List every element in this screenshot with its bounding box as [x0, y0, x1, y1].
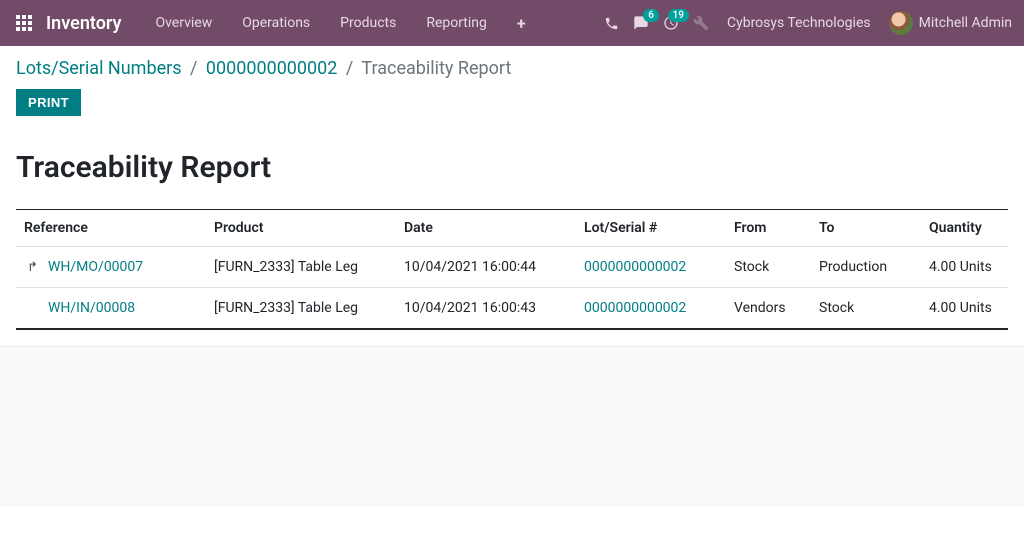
- traceability-table: Reference Product Date Lot/Serial # From…: [16, 209, 1008, 330]
- unfold-arrow-icon[interactable]: ↰: [24, 260, 38, 275]
- nav-products[interactable]: Products: [326, 9, 410, 37]
- avatar: [889, 11, 913, 35]
- col-from: From: [726, 210, 811, 247]
- col-quantity: Quantity: [921, 210, 1008, 247]
- breadcrumb-sep: /: [190, 58, 197, 79]
- print-button[interactable]: PRINT: [16, 89, 81, 116]
- reference-link[interactable]: WH/MO/00007: [48, 259, 143, 275]
- col-to: To: [811, 210, 921, 247]
- breadcrumb-current: Traceability Report: [361, 58, 511, 79]
- nav-reporting[interactable]: Reporting: [412, 9, 501, 37]
- lot-link[interactable]: 0000000000002: [584, 300, 686, 316]
- page-title: Traceability Report: [16, 150, 1008, 185]
- report-content: Traceability Report Reference Product Da…: [0, 126, 1024, 347]
- apps-menu-icon[interactable]: [12, 11, 36, 35]
- quantity-cell: 4.00 Units: [921, 247, 1008, 288]
- product-cell: [FURN_2333] Table Leg: [206, 247, 396, 288]
- lot-link[interactable]: 0000000000002: [584, 259, 686, 275]
- from-cell: Vendors: [726, 288, 811, 330]
- breadcrumb: Lots/Serial Numbers / 0000000000002 / Tr…: [16, 58, 1008, 79]
- nav-overview[interactable]: Overview: [141, 9, 226, 37]
- messages-icon[interactable]: 6: [633, 15, 649, 31]
- nav-operations[interactable]: Operations: [228, 9, 324, 37]
- to-cell: Stock: [811, 288, 921, 330]
- phone-icon[interactable]: [604, 16, 619, 31]
- breadcrumb-lots[interactable]: Lots/Serial Numbers: [16, 58, 182, 79]
- apps-grid-icon: [16, 15, 32, 31]
- col-product: Product: [206, 210, 396, 247]
- nav-right: 6 19 Cybrosys Technologies Mitchell Admi…: [604, 11, 1012, 35]
- table-row: ↰ WH/MO/00007 [FURN_2333] Table Leg10/04/2…: [16, 247, 1008, 288]
- activities-icon[interactable]: 19: [663, 15, 679, 31]
- col-reference: Reference: [16, 210, 206, 247]
- activities-badge: 19: [668, 9, 689, 22]
- date-cell: 10/04/2021 16:00:44: [396, 247, 576, 288]
- col-date: Date: [396, 210, 576, 247]
- breadcrumb-sep: /: [346, 58, 353, 79]
- product-cell: [FURN_2333] Table Leg: [206, 288, 396, 330]
- user-name: Mitchell Admin: [919, 15, 1012, 31]
- from-cell: Stock: [726, 247, 811, 288]
- control-panel: Lots/Serial Numbers / 0000000000002 / Tr…: [0, 46, 1024, 126]
- company-switcher[interactable]: Cybrosys Technologies: [723, 15, 875, 31]
- nav-new-icon[interactable]: +: [507, 10, 536, 37]
- user-menu[interactable]: Mitchell Admin: [889, 11, 1012, 35]
- messages-badge: 6: [643, 9, 659, 22]
- table-row: WH/IN/00008 [FURN_2333] Table Leg10/04/20…: [16, 288, 1008, 330]
- breadcrumb-lot-number[interactable]: 0000000000002: [206, 58, 338, 79]
- reference-link[interactable]: WH/IN/00008: [48, 300, 135, 316]
- debug-icon[interactable]: [693, 15, 709, 31]
- quantity-cell: 4.00 Units: [921, 288, 1008, 330]
- col-lot: Lot/Serial #: [576, 210, 726, 247]
- empty-footer-area: [0, 347, 1024, 507]
- app-brand[interactable]: Inventory: [46, 13, 121, 34]
- date-cell: 10/04/2021 16:00:43: [396, 288, 576, 330]
- main-navbar: Inventory Overview Operations Products R…: [0, 0, 1024, 46]
- to-cell: Production: [811, 247, 921, 288]
- nav-links: Overview Operations Products Reporting: [141, 9, 500, 37]
